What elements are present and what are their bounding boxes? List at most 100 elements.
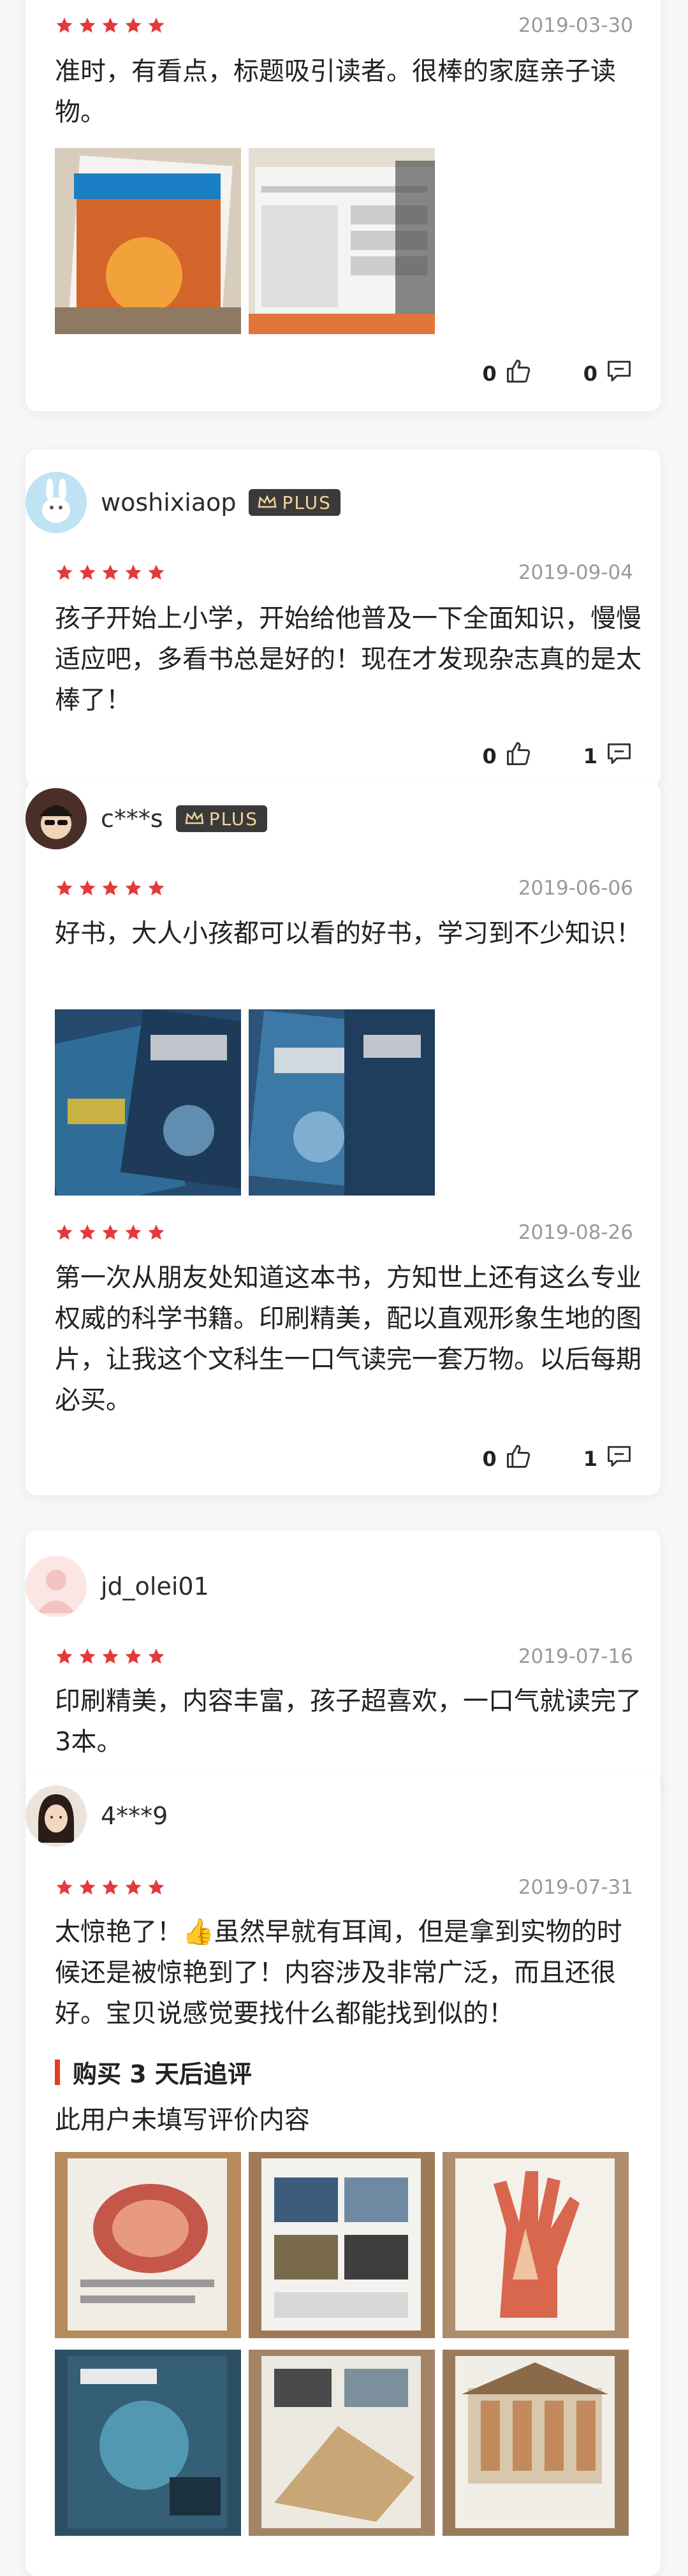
star-icon [148, 17, 165, 33]
review-date: 2019-03-30 [518, 14, 633, 37]
star-icon [102, 1648, 119, 1664]
avatar[interactable] [26, 1785, 87, 1847]
badge-label: PLUS [209, 808, 259, 830]
thumbs-up-icon [504, 1442, 532, 1475]
review-photo[interactable] [55, 2350, 241, 2536]
review-date: 2019-09-04 [518, 561, 633, 584]
rating-stars [55, 1878, 166, 1897]
comment-icon [605, 740, 633, 773]
followup-title: 购买 3 天后追评 [73, 2060, 252, 2088]
like-count: 0 [482, 744, 497, 768]
star-icon [79, 1879, 96, 1895]
comment-count: 1 [583, 744, 597, 768]
username[interactable]: c***s [101, 805, 163, 833]
followup-date: 2019-08-26 [518, 1221, 633, 1244]
review-photo[interactable] [443, 2350, 629, 2536]
review-meta: 2019-09-04 [55, 561, 633, 584]
followup-text: 此用户未填写评价内容 [55, 2105, 310, 2135]
comment-icon [605, 1442, 633, 1475]
star-icon [79, 17, 96, 33]
star-icon [125, 880, 142, 896]
review-photo[interactable] [55, 2152, 241, 2338]
like-button[interactable]: 0 [482, 740, 532, 773]
star-icon [102, 1224, 119, 1240]
star-icon [148, 1879, 165, 1895]
star-icon [79, 1648, 96, 1664]
star-icon [56, 880, 73, 896]
plus-badge: PLUS [175, 805, 268, 832]
avatar[interactable] [26, 472, 87, 533]
star-icon [125, 1648, 142, 1664]
review-actions: 0 1 [482, 1442, 633, 1475]
review-meta: 2019-06-06 [55, 877, 633, 900]
review-photo[interactable] [249, 2350, 435, 2536]
rating-stars [55, 563, 166, 582]
thumbs-up-icon [504, 740, 532, 773]
review-photo[interactable] [249, 2152, 435, 2338]
star-icon [125, 1224, 142, 1240]
avatar[interactable] [26, 1556, 87, 1617]
star-icon [148, 1648, 165, 1664]
review-actions: 0 0 [482, 357, 633, 390]
like-count: 0 [482, 362, 497, 386]
comment-button[interactable]: 1 [583, 740, 633, 773]
badge-label: PLUS [282, 492, 332, 513]
review-text: 印刷精美，内容丰富，孩子超喜欢，一口气就读完了3本。 [55, 1687, 641, 1757]
plus-badge: PLUS [249, 489, 340, 516]
review-actions: 0 1 [482, 740, 633, 773]
avatar[interactable] [26, 788, 87, 849]
star-icon [79, 1224, 96, 1240]
review-photo[interactable] [249, 1009, 435, 1196]
followup-text: 第一次从朋友处知道这本书，方知世上还有这么专业权威的科学书籍。印刷精美，配以直观… [55, 1263, 641, 1415]
review-photo[interactable] [443, 2152, 629, 2338]
star-icon [56, 17, 73, 33]
accent-bar [55, 2059, 60, 2085]
star-icon [79, 880, 96, 896]
star-icon [102, 564, 119, 580]
comment-count: 1 [583, 1447, 597, 1471]
followup-heading: 购买 3 天后追评 [55, 2054, 252, 2089]
star-icon [56, 1879, 73, 1895]
review-photo[interactable] [55, 1009, 241, 1196]
comment-button[interactable]: 1 [583, 1442, 633, 1475]
comment-count: 0 [583, 362, 597, 386]
star-icon [56, 564, 73, 580]
star-icon [148, 1224, 165, 1240]
review-text: 准时，有看点，标题吸引读者。很棒的家庭亲子读物。 [55, 57, 616, 127]
review-text: 好书，大人小孩都可以看的好书，学习到不少知识！ [55, 919, 641, 948]
comment-button[interactable]: 0 [583, 357, 633, 390]
star-icon [102, 880, 119, 896]
username[interactable]: woshixiaop [101, 488, 236, 516]
username[interactable]: 4***9 [101, 1802, 168, 1830]
review-text: 太惊艳了！👍虽然早就有耳闻，但是拿到实物的时候还是被惊艳到了！内容涉及非常广泛，… [55, 1917, 622, 2028]
review-date: 2019-07-16 [518, 1645, 633, 1668]
like-count: 0 [482, 1447, 497, 1471]
comment-icon [605, 357, 633, 390]
reviewer-info: 4***9 [26, 1785, 168, 1847]
crown-icon [258, 495, 277, 508]
star-icon [56, 1648, 73, 1664]
username[interactable]: jd_olei01 [101, 1572, 209, 1600]
review-text: 孩子开始上小学，开始给他普及一下全面知识，慢慢适应吧，多看书总是好的！现在才发现… [55, 604, 641, 715]
thumbs-up-icon [504, 357, 532, 390]
review-meta: 2019-07-16 [55, 1645, 633, 1668]
crown-icon [185, 812, 204, 824]
reviewer-info: c***s PLUS [26, 788, 268, 849]
review-photo[interactable] [249, 148, 435, 334]
star-icon [148, 564, 165, 580]
followup-meta: 2019-08-26 [55, 1221, 633, 1244]
reviewer-info: jd_olei01 [26, 1556, 209, 1617]
review-meta: 2019-07-31 [55, 1876, 633, 1899]
review-photo[interactable] [55, 148, 241, 334]
like-button[interactable]: 0 [482, 1442, 532, 1475]
review-date: 2019-06-06 [518, 877, 633, 900]
rating-stars [55, 1223, 166, 1242]
review-meta: 2019-03-30 [55, 14, 633, 37]
rating-stars [55, 1647, 166, 1666]
reviewer-info: woshixiaop PLUS [26, 472, 340, 533]
rating-stars [55, 879, 166, 898]
star-icon [102, 1879, 119, 1895]
star-icon [148, 880, 165, 896]
like-button[interactable]: 0 [482, 357, 532, 390]
star-icon [125, 17, 142, 33]
